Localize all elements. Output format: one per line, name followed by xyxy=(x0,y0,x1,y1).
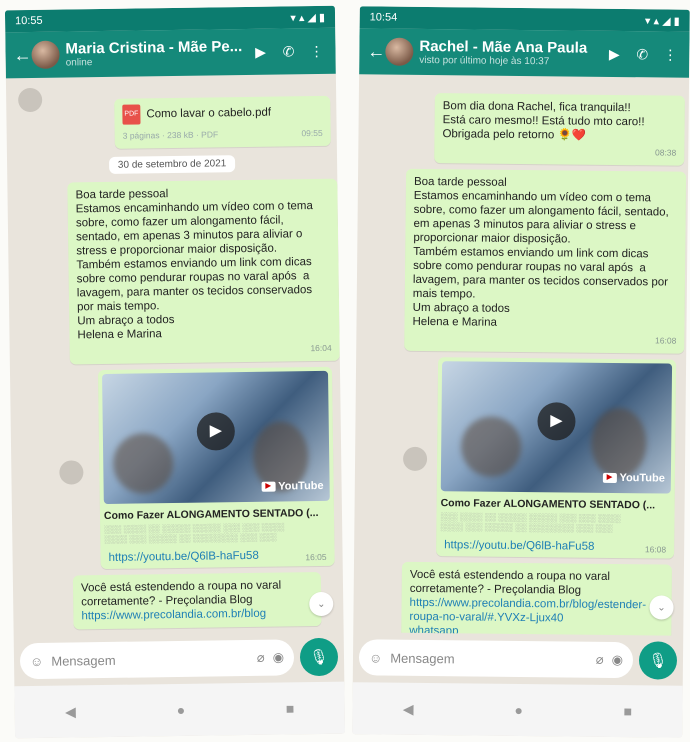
video-description: ░░░ ░░░░ ░░ ░░░░░ ░░░░░ ░░░ ░░░ ░░░░ ░░░░… xyxy=(440,512,621,533)
phone-screenshot-left: 10:55 ▾ ▴ ◢ ▮ ← Maria Cristina - Mãe Pe.… xyxy=(4,5,346,739)
back-arrow-icon[interactable]: ← xyxy=(367,41,385,62)
blog-link[interactable]: https://www.precolandia.com.br/blog/este… xyxy=(409,596,663,627)
document-details: 3 páginas · 238 kB · PDF xyxy=(122,129,219,141)
chat-header: ← Maria Cristina - Mãe Pe... online ▶ ✆ … xyxy=(5,27,336,79)
document-message[interactable]: PDF Como lavar o cabelo.pdf 3 páginas · … xyxy=(114,95,331,149)
message-time: 16:08 xyxy=(655,335,677,346)
contact-info[interactable]: Rachel - Mãe Ana Paula visto por último … xyxy=(419,38,597,68)
play-icon[interactable]: ▶ xyxy=(537,401,576,441)
avatar[interactable] xyxy=(31,40,60,69)
contact-info[interactable]: Maria Cristina - Mãe Pe... online xyxy=(65,38,243,68)
input-placeholder: Mensagem xyxy=(51,652,116,669)
input-placeholder: Mensagem xyxy=(390,650,455,666)
input-bar: ☺ Mensagem ⌀ ◉ 🎙 xyxy=(358,638,678,680)
video-title: Como Fazer ALONGAMENTO SENTADO (... xyxy=(103,507,319,523)
message-time: 16:08 xyxy=(644,544,667,555)
video-link[interactable]: https://youtu.be/Q6lB-haFu58 xyxy=(109,550,259,564)
youtube-logo: ▶ YouTube xyxy=(602,471,665,486)
status-time: 10:54 xyxy=(369,11,398,24)
contact-status: online xyxy=(65,57,93,69)
message-text: Boa tarde pessoal Estamos encaminhando u… xyxy=(75,188,317,342)
back-arrow-icon[interactable]: ← xyxy=(13,44,31,66)
attach-icon[interactable]: ⌀ xyxy=(596,652,604,668)
avatar[interactable] xyxy=(385,37,414,66)
video-link[interactable]: https://youtu.be/Q6lB-haFu58 xyxy=(444,539,594,553)
message-input[interactable]: ☺ Mensagem ⌀ ◉ xyxy=(19,639,295,680)
contact-name: Rachel - Mãe Ana Paula xyxy=(419,37,588,57)
message-text: Boa tarde pessoal Estamos encaminhando u… xyxy=(412,175,673,329)
blog-link[interactable]: https://www.precolandia.com.br/blog xyxy=(81,606,313,623)
status-time: 10:55 xyxy=(15,14,43,28)
pdf-icon: PDF xyxy=(122,104,141,125)
message-time: 16:04 xyxy=(310,342,332,354)
android-nav-bar: ◀ ● ■ xyxy=(14,681,346,739)
phone-screenshot-right: 10:54 ▾ ▴ ◢ ▮ ← Rachel - Mãe Ana Paula v… xyxy=(352,6,690,738)
nav-back-icon[interactable]: ◀ xyxy=(65,703,76,720)
video-call-icon[interactable]: ▶ xyxy=(249,43,271,60)
camera-icon[interactable]: ◉ xyxy=(612,652,624,668)
text-message[interactable]: Boa tarde pessoal Estamos encaminhando u… xyxy=(67,178,340,365)
nav-home-icon[interactable]: ● xyxy=(177,702,186,718)
nav-home-icon[interactable]: ● xyxy=(514,702,523,718)
message-input[interactable]: ☺ Mensagem ⌀ ◉ xyxy=(358,639,634,679)
menu-icon[interactable]: ⋮ xyxy=(305,42,327,59)
input-bar: ☺ Mensagem ⌀ ◉ 🎙 xyxy=(19,637,339,680)
android-nav-bar: ◀ ● ■ xyxy=(352,682,683,738)
video-call-icon[interactable]: ▶ xyxy=(603,45,625,62)
message-text: Você está estendendo a roupa no varal co… xyxy=(80,579,282,609)
link-message[interactable]: Você está estendendo a roupa no varal co… xyxy=(72,571,322,630)
forward-icon[interactable] xyxy=(18,87,43,113)
date-separator: 30 de setembro de 2021 xyxy=(108,155,236,174)
phone-call-icon[interactable]: ✆ xyxy=(277,43,299,60)
message-time: 08:38 xyxy=(654,147,677,158)
mic-icon[interactable]: 🎙 xyxy=(638,641,678,680)
chat-area[interactable]: Bom dia dona Rachel, fica tranquila!! Es… xyxy=(353,74,689,636)
message-text: Bom dia dona Rachel, fica tranquila!! Es… xyxy=(442,100,645,142)
video-link-message[interactable]: ▶ ▶ YouTube Como Fazer ALONGAMENTO SENTAD… xyxy=(436,357,677,559)
text-message[interactable]: Boa tarde pessoal Estamos encaminhando u… xyxy=(404,168,687,354)
forward-icon[interactable] xyxy=(402,446,428,472)
chat-area[interactable]: PDF Como lavar o cabelo.pdf 3 páginas · … xyxy=(6,74,344,637)
reply-message[interactable]: Bom dia dona Rachel, fica tranquila!! Es… xyxy=(434,93,685,166)
scroll-down-icon[interactable]: ⌄ xyxy=(649,595,674,620)
video-thumbnail[interactable]: ▶ ▶ YouTube xyxy=(102,370,330,505)
play-icon[interactable]: ▶ xyxy=(196,411,236,451)
nav-recent-icon[interactable]: ■ xyxy=(623,703,632,719)
message-time: 16:05 xyxy=(305,551,327,563)
nav-back-icon[interactable]: ◀ xyxy=(403,700,414,717)
forward-icon[interactable] xyxy=(59,460,84,485)
camera-icon[interactable]: ◉ xyxy=(273,650,285,666)
status-icons: ▾ ▴ ◢ ▮ xyxy=(644,14,680,28)
message-time: 09:55 xyxy=(301,127,323,139)
document-name: Como lavar o cabelo.pdf xyxy=(146,106,272,121)
attach-icon[interactable]: ⌀ xyxy=(257,650,265,666)
youtube-logo: ▶ YouTube xyxy=(261,479,324,494)
phone-call-icon[interactable]: ✆ xyxy=(631,46,653,63)
emoji-icon[interactable]: ☺ xyxy=(30,653,43,668)
status-icons: ▾ ▴ ◢ ▮ xyxy=(290,11,326,24)
mic-icon[interactable]: 🎙 xyxy=(299,637,339,677)
nav-recent-icon[interactable]: ■ xyxy=(286,700,295,716)
blog-link-tail[interactable]: whatsapp xyxy=(409,624,663,636)
chat-header: ← Rachel - Mãe Ana Paula visto por últim… xyxy=(359,28,690,78)
video-thumbnail[interactable]: ▶ ▶ YouTube xyxy=(440,361,673,494)
video-title: Como Fazer ALONGAMENTO SENTADO (... xyxy=(440,497,656,512)
video-link-message[interactable]: ▶ ▶ YouTube Como Fazer ALONGAMENTO SENTAD… xyxy=(97,366,335,570)
contact-status: visto por último hoje às 10:37 xyxy=(419,54,550,68)
link-message[interactable]: Você está estendendo a roupa no varal co… xyxy=(401,561,672,636)
emoji-icon[interactable]: ☺ xyxy=(369,650,382,665)
menu-icon[interactable]: ⋮ xyxy=(659,46,681,63)
message-text: Você está estendendo a roupa no varal co… xyxy=(409,568,611,597)
